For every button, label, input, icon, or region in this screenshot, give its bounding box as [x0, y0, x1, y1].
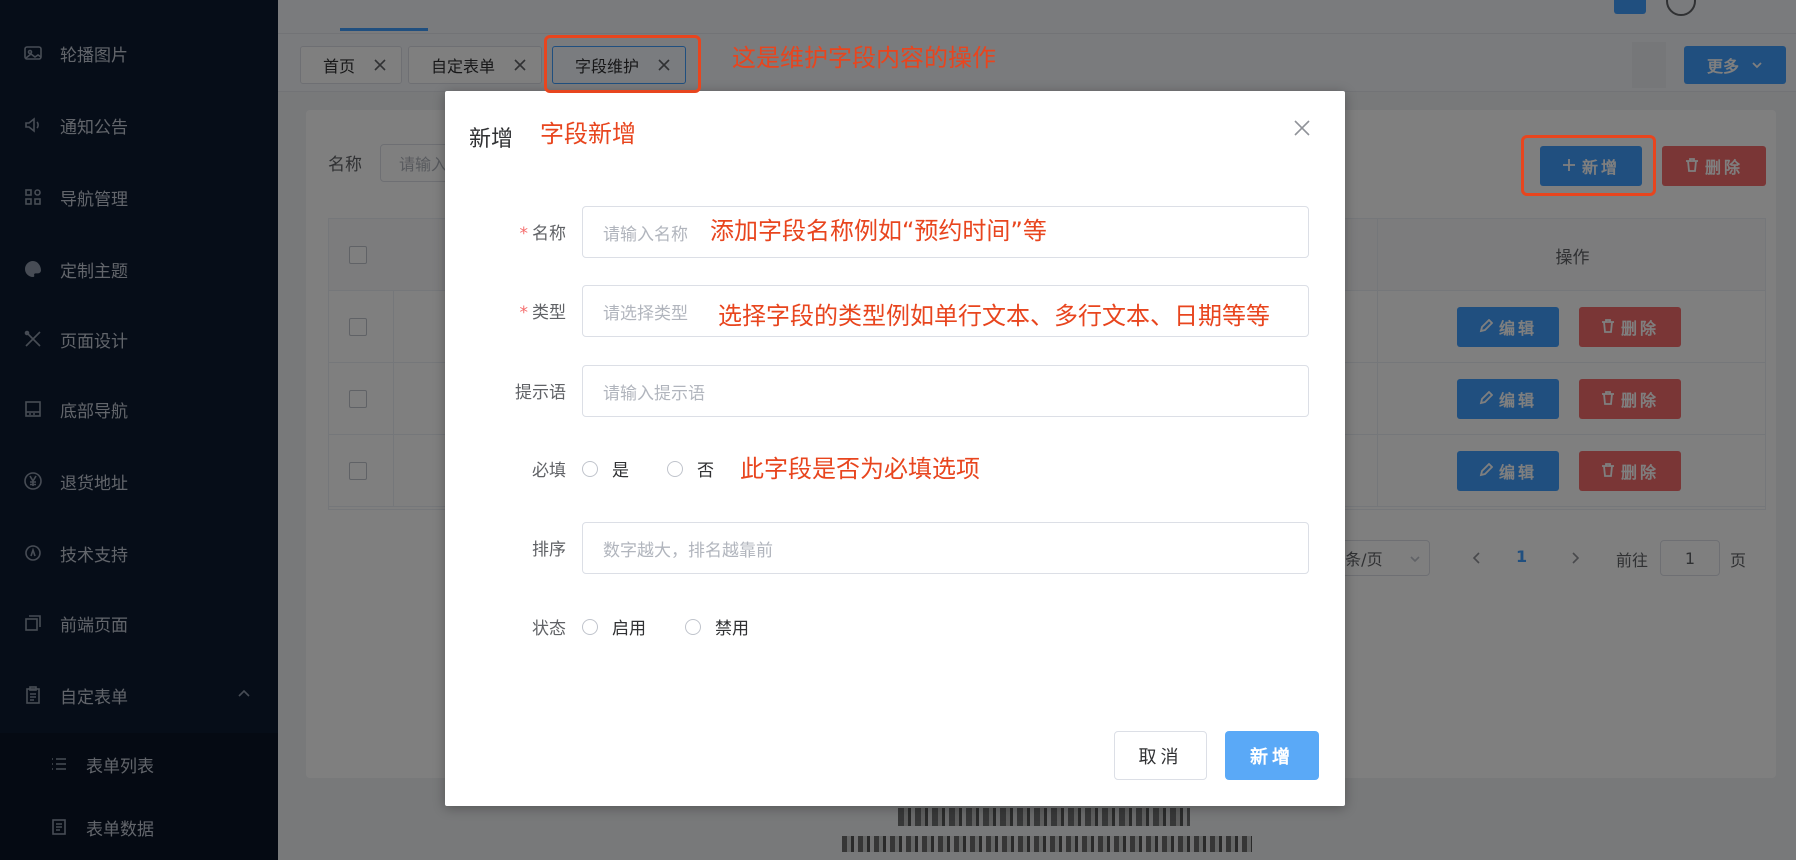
radio-label: 否 [697, 461, 714, 481]
hint-label: 提示语 [515, 383, 566, 403]
required-yes-radio[interactable]: 是 [582, 456, 629, 481]
annotation-highlight-tag [544, 35, 701, 93]
dialog-title: 新增 [469, 127, 514, 152]
hint-input[interactable]: 请输入提示语 [582, 365, 1309, 417]
name-label: * 名称 [519, 224, 567, 244]
status-label: 状态 [532, 619, 566, 639]
radio-label: 是 [612, 461, 629, 481]
annotation-name-note: 添加字段名称例如“预约时间”等 [710, 217, 1047, 245]
status-enabled-radio[interactable]: 启用 [582, 614, 646, 639]
submit-button[interactable]: 新增 [1225, 731, 1319, 780]
annotation-tag-note: 这是维护字段内容的操作 [732, 44, 996, 72]
close-icon[interactable] [1293, 119, 1311, 137]
cancel-button[interactable]: 取消 [1114, 731, 1207, 780]
annotation-title-note: 字段新增 [540, 120, 636, 148]
annotation-type-note: 选择字段的类型例如单行文本、多行文本、日期等等 [718, 302, 1270, 330]
status-disabled-radio[interactable]: 禁用 [685, 614, 749, 639]
radio-circle [582, 618, 598, 635]
sort-label: 排序 [532, 540, 566, 560]
radio-label: 禁用 [715, 619, 749, 639]
radio-label: 启用 [612, 619, 646, 639]
radio-circle [582, 460, 598, 477]
annotation-required-note: 此字段是否为必填选项 [740, 455, 980, 483]
annotation-highlight-add [1521, 135, 1656, 196]
radio-circle [685, 618, 701, 635]
type-label: * 类型 [519, 303, 567, 323]
radio-circle [667, 460, 683, 477]
sort-input[interactable]: 数字越大，排名越靠前 [582, 522, 1309, 574]
required-no-radio[interactable]: 否 [667, 456, 714, 481]
required-label: 必填 [532, 461, 566, 481]
